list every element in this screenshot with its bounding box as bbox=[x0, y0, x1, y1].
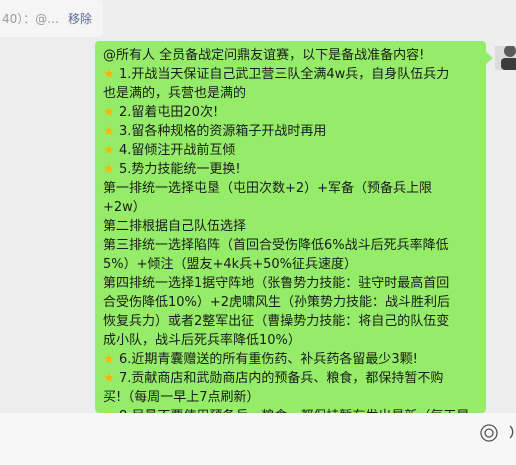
message-line-text: 1.开战当天保证自己武卫营三队全满4w兵，自身队伍兵力 bbox=[119, 67, 450, 82]
message-line: 第四排统一选择1据守阵地（张鲁势力技能：驻守时最高首回 bbox=[103, 274, 478, 293]
message-line-text: 5.势力技能统一更换! bbox=[119, 162, 241, 177]
message-line-text: 买!（每周一早上7点刷新） bbox=[103, 390, 260, 405]
star-emoji-icon: ★ bbox=[103, 124, 115, 139]
star-emoji-icon: ★ bbox=[103, 67, 115, 82]
message-line: ★ 2.留着屯田20次! bbox=[103, 103, 478, 122]
message-line: 第二排根据自己队伍选择 bbox=[103, 217, 478, 236]
message-line-text: 第四排统一选择1据守阵地（张鲁势力技能：驻守时最高首回 bbox=[103, 276, 450, 291]
message-line-text: 第二排根据自己队伍选择 bbox=[103, 219, 247, 234]
message-line-text: 5%）+倾注（盟友+4k兵+50%征兵速度） bbox=[103, 257, 357, 272]
message-line-text: 合受伤降低10%）+2虎啸风生（孙策势力技能：战斗胜利后 bbox=[103, 295, 451, 310]
message-line: ★ 7.贡献商店和武勋商店内的预备兵、粮食，都保持暂不购 bbox=[103, 369, 478, 388]
message-line-text: 2.留着屯田20次! bbox=[119, 105, 219, 120]
message-line: 第一排统一选择屯垦（屯田次数+2）+军备（预备兵上限 bbox=[103, 179, 478, 198]
message-line: 合受伤降低10%）+2虎啸风生（孙策势力技能：战斗胜利后 bbox=[103, 293, 478, 312]
remove-quote-button[interactable]: 移除 bbox=[68, 10, 92, 27]
message-line: ★ 6.近期青囊赠送的所有重伤药、补兵药各留最少3颗! bbox=[103, 350, 478, 369]
avatar[interactable] bbox=[495, 40, 516, 70]
message-line: 5%）+倾注（盟友+4k兵+50%征兵速度） bbox=[103, 255, 478, 274]
star-emoji-icon: ★ bbox=[103, 143, 115, 158]
bubble-tail bbox=[486, 52, 493, 64]
message-line-text: 成小队，战斗后死兵率降低10%） bbox=[103, 333, 301, 348]
message-line-text: @所有人 全员备战定问鼎友谊赛，以下是备战准备内容! bbox=[103, 48, 425, 63]
message-line-text: 7.贡献商店和武勋商店内的预备兵、粮食，都保持暂不购 bbox=[119, 371, 444, 386]
message-line-text: 第一排统一选择屯垦（屯田次数+2）+军备（预备兵上限 bbox=[103, 181, 433, 196]
chat-input-area[interactable] bbox=[0, 413, 516, 465]
voice-icon[interactable] bbox=[480, 424, 498, 442]
message-line: 第三排统一选择陷阵（首回合受伤降低6%战斗后死兵率降低 bbox=[103, 236, 478, 255]
star-emoji-icon: ★ bbox=[103, 162, 115, 177]
message-line: ★ 3.留各种规格的资源箱子开战时再用 bbox=[103, 122, 478, 141]
extra-icon[interactable] bbox=[508, 422, 516, 442]
message-content: @所有人 全员备战定问鼎友谊赛，以下是备战准备内容! ★ 1.开战当天保证自己武卫营… bbox=[103, 46, 478, 413]
star-emoji-icon: ★ bbox=[103, 371, 115, 386]
message-line: 恢复兵力）或者2整军出征（曹操势力技能：将自己的队伍变 bbox=[103, 312, 478, 331]
star-emoji-icon: ★ bbox=[103, 352, 115, 367]
message-line-text: 恢复兵力）或者2整军出征（曹操势力技能：将自己的队伍变 bbox=[103, 314, 450, 329]
message-line-text: 也是满的，兵营也是满的 bbox=[103, 86, 247, 101]
message-line: @所有人 全员备战定问鼎友谊赛，以下是备战准备内容! bbox=[103, 46, 478, 65]
message-line: 买!（每周一早上7点刷新） bbox=[103, 388, 478, 407]
message-line: 成小队，战斗后死兵率降低10%） bbox=[103, 331, 478, 350]
quoted-message-text: 40）：@... bbox=[2, 12, 59, 26]
message-line-text: 3.留各种规格的资源箱子开战时再用 bbox=[119, 124, 327, 139]
star-emoji-icon: ★ bbox=[103, 105, 115, 120]
message-line: ★ 5.势力技能统一更换! bbox=[103, 160, 478, 179]
message-line: ★ 4.留倾注开战前互倾 bbox=[103, 141, 478, 160]
message-line-text: 4.留倾注开战前互倾 bbox=[119, 143, 236, 158]
message-line: 也是满的，兵营也是满的 bbox=[103, 84, 478, 103]
message-bubble[interactable]: @所有人 全员备战定问鼎友谊赛，以下是备战准备内容! ★ 1.开战当天保证自己武卫营… bbox=[95, 41, 486, 413]
message-line: ★ 1.开战当天保证自己武卫营三队全满4w兵，自身队伍兵力 bbox=[103, 65, 478, 84]
message-line-text: 6.近期青囊赠送的所有重伤药、补兵药各留最少3颗! bbox=[119, 352, 418, 367]
message-line-text: +2w） bbox=[103, 200, 146, 215]
message-line-text: 第三排统一选择陷阵（首回合受伤降低6%战斗后死兵率降低 bbox=[103, 238, 449, 253]
message-line: +2w） bbox=[103, 198, 478, 217]
